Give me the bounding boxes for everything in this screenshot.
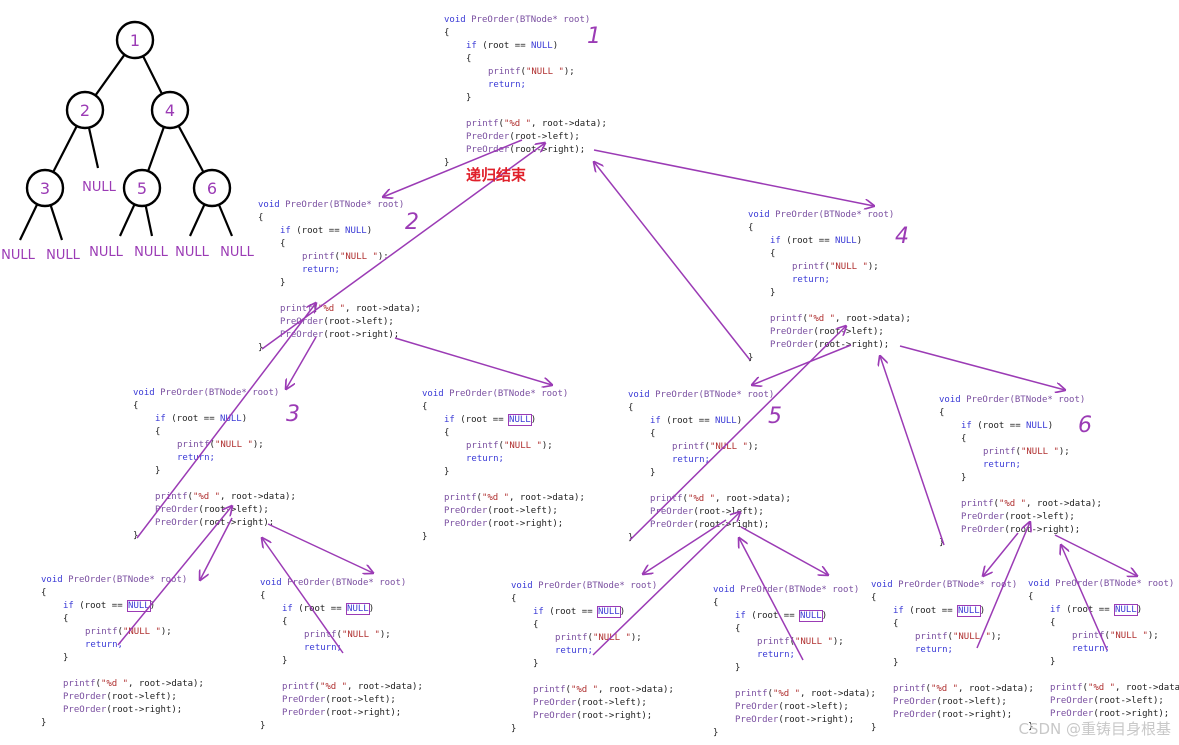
preorder-code-block: void PreOrder(BTNode* root){if (root == … bbox=[713, 585, 876, 738]
call-number-5: 5 bbox=[768, 404, 782, 429]
call-number-6: 6 bbox=[1078, 413, 1092, 438]
null-leaf: NULL bbox=[82, 180, 116, 195]
null-leaf: NULL bbox=[46, 248, 80, 263]
preorder-code-block: void PreOrder(BTNode* root){if (root == … bbox=[444, 15, 607, 168]
preorder-code-block: void PreOrder(BTNode* root){if (root == … bbox=[628, 390, 791, 543]
recursion-end-label: 递归结束 bbox=[466, 166, 527, 184]
call-number-2: 2 bbox=[405, 210, 419, 235]
call-number-1: 1 bbox=[587, 24, 601, 49]
call-arrow bbox=[899, 345, 1065, 390]
tree-node-label: 6 bbox=[207, 179, 217, 198]
tree-node-label: 2 bbox=[80, 101, 90, 120]
watermark: CSDN @重铸目身根基 bbox=[1018, 720, 1171, 738]
preorder-code-block: void PreOrder(BTNode* root){if (root == … bbox=[258, 200, 421, 353]
preorder-code-block: void PreOrder(BTNode* root){if (root == … bbox=[41, 575, 204, 728]
tree-node-label: 3 bbox=[40, 179, 50, 198]
tree-node-label: 1 bbox=[130, 31, 140, 50]
call-number-4: 4 bbox=[895, 224, 909, 249]
preorder-code-block: void PreOrder(BTNode* root){if (root == … bbox=[260, 578, 423, 731]
preorder-code-block: void PreOrder(BTNode* root){if (root == … bbox=[133, 388, 296, 541]
return-arrow bbox=[594, 162, 751, 361]
tree-node-label: 5 bbox=[137, 179, 147, 198]
null-leaf: NULL bbox=[1, 248, 35, 263]
preorder-code-block: void PreOrder(BTNode* root){if (root == … bbox=[871, 580, 1034, 733]
binary-tree: 1 2 4 3 5 6 NULL NULL NULL NULL NULL NUL… bbox=[1, 20, 255, 263]
preorder-code-block: void PreOrder(BTNode* root){if (root == … bbox=[1028, 579, 1179, 732]
preorder-code-block: void PreOrder(BTNode* root){if (root == … bbox=[422, 389, 585, 542]
preorder-code-block: void PreOrder(BTNode* root){if (root == … bbox=[748, 210, 911, 363]
null-leaf: NULL bbox=[175, 245, 209, 260]
call-number-3: 3 bbox=[286, 402, 300, 427]
null-leaf: NULL bbox=[89, 245, 123, 260]
preorder-recursion-diagram: 1 2 4 3 5 6 NULL NULL NULL NULL NULL NUL… bbox=[0, 0, 1179, 745]
call-arrow bbox=[593, 149, 874, 206]
preorder-code-block: void PreOrder(BTNode* root){if (root == … bbox=[511, 581, 674, 734]
null-leaf: NULL bbox=[220, 245, 254, 260]
return-arrow bbox=[880, 356, 945, 546]
null-leaf: NULL bbox=[134, 245, 168, 260]
tree-node-label: 4 bbox=[165, 101, 175, 120]
